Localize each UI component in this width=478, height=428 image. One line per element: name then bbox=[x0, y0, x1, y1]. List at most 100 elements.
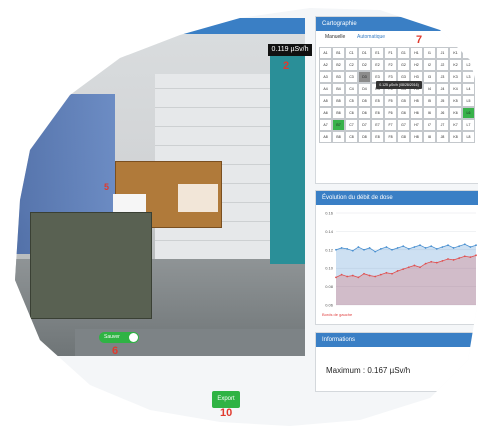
grid-cell-f5[interactable]: F5 bbox=[384, 95, 397, 107]
grid-cell-d7[interactable]: D7 bbox=[358, 119, 371, 131]
grid-cell-k8[interactable]: K8 bbox=[449, 131, 462, 143]
series-point-0 bbox=[374, 275, 377, 278]
grid-cell-j7[interactable]: J7 bbox=[436, 119, 449, 131]
grid-cell-a8[interactable]: A8 bbox=[319, 131, 332, 143]
grid-cell-c6[interactable]: C6 bbox=[345, 107, 358, 119]
tab-automatic[interactable]: Automatique bbox=[357, 34, 385, 40]
grid-cell-c7[interactable]: C7 bbox=[345, 119, 358, 131]
grid-cell-e7[interactable]: E7 bbox=[371, 119, 384, 131]
grid-cell-i4[interactable]: I4 bbox=[423, 83, 436, 95]
grid-cell-b3[interactable]: B3 bbox=[332, 71, 345, 83]
grid-cell-l3[interactable]: L3 bbox=[462, 71, 475, 83]
grid-cell-j2[interactable]: J2 bbox=[436, 59, 449, 71]
grid-cell-a2[interactable]: A2 bbox=[319, 59, 332, 71]
grid-cell-h6[interactable]: H6 bbox=[410, 107, 423, 119]
grid-cell-i6[interactable]: I6 bbox=[423, 107, 436, 119]
grid-cell-f8[interactable]: F8 bbox=[384, 131, 397, 143]
grid-cell-c2[interactable]: C2 bbox=[345, 59, 358, 71]
grid-cell-k6[interactable]: K6 bbox=[449, 107, 462, 119]
grid-cell-b2[interactable]: B2 bbox=[332, 59, 345, 71]
grid-cell-e6[interactable]: E6 bbox=[371, 107, 384, 119]
save-toggle[interactable]: Sauver bbox=[99, 332, 139, 343]
series-point-0 bbox=[396, 270, 399, 272]
grid-cell-k4[interactable]: K4 bbox=[449, 83, 462, 95]
grid-cell-i2[interactable]: I2 bbox=[423, 59, 436, 71]
grid-cell-e2[interactable]: E2 bbox=[371, 59, 384, 71]
grid-cell-l2[interactable]: L2 bbox=[462, 59, 475, 71]
y-tick-label: 0.14 bbox=[325, 229, 334, 234]
grid-cell-a4[interactable]: A4 bbox=[319, 83, 332, 95]
grid-cell-d8[interactable]: D8 bbox=[358, 131, 371, 143]
grid-cell-j8[interactable]: J8 bbox=[436, 131, 449, 143]
grid-cell-g5[interactable]: G5 bbox=[397, 95, 410, 107]
grid-cell-g1[interactable]: G1 bbox=[397, 47, 410, 59]
grid-cell-c8[interactable]: C8 bbox=[345, 131, 358, 143]
grid-cell-f2[interactable]: F2 bbox=[384, 59, 397, 71]
grid-cell-c4[interactable]: C4 bbox=[345, 83, 358, 95]
grid-cell-l5[interactable]: L5 bbox=[462, 95, 475, 107]
grid-cell-i1[interactable]: I1 bbox=[423, 47, 436, 59]
grid-cell-a6[interactable]: A6 bbox=[319, 107, 332, 119]
grid-cell-d6[interactable]: D6 bbox=[358, 107, 371, 119]
grid-cell-c1[interactable]: C1 bbox=[345, 47, 358, 59]
grid-cell-h5[interactable]: H5 bbox=[410, 95, 423, 107]
grid-cell-b7[interactable]: B7 bbox=[332, 119, 345, 131]
grid-cell-a7[interactable]: A7 bbox=[319, 119, 332, 131]
grid-cell-c3[interactable]: C3 bbox=[345, 71, 358, 83]
info-panel: Informations Maximum : 0.167 µSv/h bbox=[315, 332, 478, 392]
grid-cell-k2[interactable]: K2 bbox=[449, 59, 462, 71]
grid-cell-l1[interactable]: L1 bbox=[462, 47, 475, 59]
grid-cell-k7[interactable]: K7 bbox=[449, 119, 462, 131]
series-point-1 bbox=[351, 249, 354, 252]
grid-cell-f6[interactable]: F6 bbox=[384, 107, 397, 119]
grid-cell-a1[interactable]: A1 bbox=[319, 47, 332, 59]
grid-cell-a3[interactable]: A3 bbox=[319, 71, 332, 83]
grid-cell-e5[interactable]: E5 bbox=[371, 95, 384, 107]
grid-cell-g6[interactable]: G6 bbox=[397, 107, 410, 119]
series-point-1 bbox=[419, 244, 421, 247]
grid-cell-e1[interactable]: E1 bbox=[371, 47, 384, 59]
grid-cell-l8[interactable]: L8 bbox=[462, 131, 475, 143]
chart-legend-left[interactable]: Bords de gauche bbox=[322, 312, 352, 317]
grid-cell-l7[interactable]: L7 bbox=[462, 119, 475, 131]
grid-cell-b1[interactable]: B1 bbox=[332, 47, 345, 59]
grid-cell-g7[interactable]: G7 bbox=[397, 119, 410, 131]
grid-cell-j5[interactable]: J5 bbox=[436, 95, 449, 107]
grid-cell-g8[interactable]: G8 bbox=[397, 131, 410, 143]
grid-cell-h8[interactable]: H8 bbox=[410, 131, 423, 143]
grid-cell-g2[interactable]: G2 bbox=[397, 59, 410, 71]
grid-cell-i7[interactable]: I7 bbox=[423, 119, 436, 131]
grid-cell-k3[interactable]: K3 bbox=[449, 71, 462, 83]
grid-cell-d3[interactable]: D3 bbox=[358, 71, 371, 83]
grid-cell-b8[interactable]: B8 bbox=[332, 131, 345, 143]
grid-cell-k1[interactable]: K1 bbox=[449, 47, 462, 59]
grid-cell-f7[interactable]: F7 bbox=[384, 119, 397, 131]
tab-manual[interactable]: Manuelle bbox=[325, 34, 345, 40]
grid-cell-l4[interactable]: L4 bbox=[462, 83, 475, 95]
grid-cell-j4[interactable]: J4 bbox=[436, 83, 449, 95]
export-button[interactable]: Export bbox=[212, 391, 240, 408]
grid-cell-d4[interactable]: D4 bbox=[358, 83, 371, 95]
grid-cell-h7[interactable]: H7 bbox=[410, 119, 423, 131]
grid-cell-l6[interactable]: L6 bbox=[462, 107, 475, 119]
grid-cell-j3[interactable]: J3 bbox=[436, 71, 449, 83]
grid-cell-h2[interactable]: H2 bbox=[410, 59, 423, 71]
grid-cell-j1[interactable]: J1 bbox=[436, 47, 449, 59]
grid-cell-k5[interactable]: K5 bbox=[449, 95, 462, 107]
grid-cell-h1[interactable]: H1 bbox=[410, 47, 423, 59]
grid-cell-b4[interactable]: B4 bbox=[332, 83, 345, 95]
grid-cell-i8[interactable]: I8 bbox=[423, 131, 436, 143]
grid-cell-d5[interactable]: D5 bbox=[358, 95, 371, 107]
grid-cell-d2[interactable]: D2 bbox=[358, 59, 371, 71]
grid-cell-b5[interactable]: B5 bbox=[332, 95, 345, 107]
series-point-1 bbox=[458, 245, 461, 248]
grid-cell-i5[interactable]: I5 bbox=[423, 95, 436, 107]
grid-cell-f1[interactable]: F1 bbox=[384, 47, 397, 59]
grid-cell-d1[interactable]: D1 bbox=[358, 47, 371, 59]
grid-cell-b6[interactable]: B6 bbox=[332, 107, 345, 119]
grid-cell-j6[interactable]: J6 bbox=[436, 107, 449, 119]
grid-cell-c5[interactable]: C5 bbox=[345, 95, 358, 107]
grid-cell-e8[interactable]: E8 bbox=[371, 131, 384, 143]
grid-cell-i3[interactable]: I3 bbox=[423, 71, 436, 83]
grid-cell-a5[interactable]: A5 bbox=[319, 95, 332, 107]
